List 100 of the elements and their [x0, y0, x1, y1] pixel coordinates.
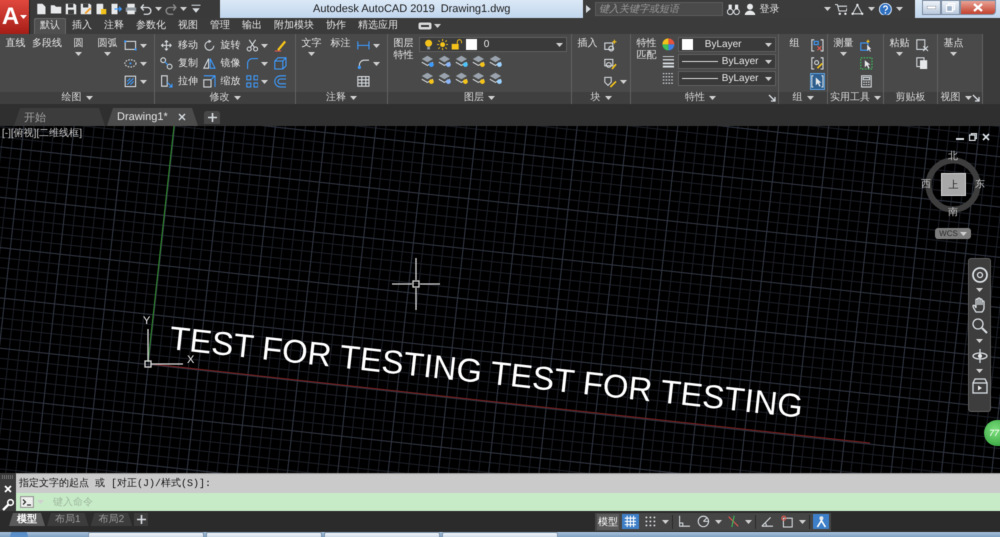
caret-icon[interactable]	[372, 44, 380, 48]
caret-icon[interactable]	[662, 520, 669, 524]
grid-icon[interactable]	[622, 514, 639, 529]
steering-wheel-icon[interactable]	[972, 267, 988, 283]
caret-icon[interactable]	[350, 96, 357, 100]
ribbon-toggle-icon[interactable]	[418, 22, 432, 30]
restore-icon[interactable]	[969, 133, 977, 141]
taskbar-button[interactable]	[88, 532, 204, 537]
mirror-icon[interactable]	[202, 57, 216, 70]
compass-label[interactable]: 南	[948, 207, 958, 219]
ribbon-tab[interactable]: 注释	[98, 18, 130, 34]
caret-icon[interactable]	[261, 44, 268, 48]
scale-icon[interactable]	[202, 75, 216, 88]
redo-icon[interactable]	[165, 3, 177, 15]
taskbar-button[interactable]	[442, 532, 558, 537]
showmotion-icon[interactable]	[972, 378, 988, 394]
ribbon-tab[interactable]: 视图	[172, 18, 204, 34]
ribbon-button[interactable]: 粘贴	[886, 37, 913, 56]
pan-hand-icon[interactable]	[972, 297, 988, 313]
search-field[interactable]: 键入关键字或短语	[594, 2, 723, 16]
caret-icon[interactable]	[20, 15, 28, 19]
tool-button[interactable]	[915, 55, 930, 72]
ribbon-button[interactable]: 插入	[574, 37, 601, 50]
caret-icon[interactable]	[140, 62, 147, 66]
caret-icon[interactable]	[556, 42, 563, 46]
caret-icon[interactable]	[372, 62, 380, 66]
close-icon[interactable]	[178, 113, 186, 121]
tool-button[interactable]: 旋转	[220, 38, 241, 52]
panel-title[interactable]: 块	[572, 92, 630, 104]
customize-icon[interactable]	[190, 3, 202, 15]
start-orb-icon[interactable]	[10, 532, 28, 537]
ribbon-button[interactable]: 圆	[65, 37, 92, 56]
caret-icon[interactable]	[234, 96, 240, 100]
layer-stack-icon[interactable]	[421, 55, 434, 68]
caret-icon[interactable]	[840, 52, 847, 56]
new-layout-button[interactable]	[134, 513, 148, 526]
layer-stack-icon[interactable]	[472, 72, 485, 85]
triangle-icon[interactable]	[851, 2, 864, 16]
orbit-icon[interactable]	[972, 348, 988, 364]
drawing-canvas[interactable]: [-][俯视][二维线框] 北 西 上 东 南 WCS Y X TEST FOR TESTING TEST FOR TESTING 77	[0, 126, 1000, 473]
layout-tab[interactable]: 模型	[9, 513, 45, 526]
tool-button[interactable]	[859, 55, 874, 72]
layer-dropdown[interactable]: 0	[419, 37, 567, 52]
panel-title[interactable]: 视图	[938, 92, 982, 104]
caret-icon[interactable]	[180, 7, 187, 11]
caret-icon[interactable]	[488, 96, 495, 100]
annotation-icon[interactable]	[812, 514, 830, 529]
viewport-controls[interactable]: [-][俯视][二维线框]	[2, 128, 82, 140]
ribbon-button[interactable]: 基点	[940, 37, 967, 56]
caret-icon[interactable]	[764, 60, 772, 64]
caret-icon[interactable]	[976, 339, 983, 343]
caret-icon[interactable]	[874, 96, 881, 100]
angle-icon[interactable]	[758, 514, 776, 529]
tool-button[interactable]	[810, 73, 825, 90]
property-dropdown[interactable]: ByLayer	[678, 71, 776, 86]
model-space-button[interactable]: 模型	[597, 514, 619, 530]
close-icon[interactable]	[982, 133, 990, 141]
ribbon-tab[interactable]: 精选应用	[352, 18, 404, 34]
caret-icon[interactable]	[806, 96, 814, 100]
ribbon-tab[interactable]: 附加模块	[268, 18, 320, 34]
layer-stack-icon[interactable]	[489, 72, 502, 85]
grip-icon[interactable]	[2, 475, 14, 479]
tool-button[interactable]: 拉伸	[178, 74, 198, 88]
tool-button[interactable]: 移动	[178, 38, 198, 52]
taskbar-button[interactable]	[206, 532, 322, 537]
taskbar-button[interactable]	[324, 532, 440, 537]
user-icon[interactable]	[744, 3, 756, 15]
ribbon-button[interactable]: 文字	[298, 37, 325, 56]
new-file-icon[interactable]	[35, 3, 47, 15]
save-icon[interactable]	[65, 3, 77, 15]
caret-icon[interactable]	[896, 7, 903, 11]
caret-icon[interactable]	[709, 96, 716, 100]
caret-icon[interactable]	[308, 52, 315, 56]
panel-title[interactable]: 注释	[296, 92, 387, 104]
wrench-icon[interactable]	[2, 499, 14, 511]
zoom-icon[interactable]	[972, 318, 988, 334]
caret-icon[interactable]	[798, 520, 806, 524]
caret-icon[interactable]	[140, 44, 147, 48]
ribbon-button[interactable]: 特性匹配	[633, 37, 660, 62]
command-prompt-icon[interactable]	[20, 496, 34, 508]
layer-stack-icon[interactable]	[489, 55, 502, 68]
help-icon[interactable]	[879, 2, 892, 16]
ribbon-button[interactable]: 测量	[830, 37, 857, 56]
caret-icon[interactable]	[261, 62, 268, 66]
caret-icon[interactable]	[715, 520, 722, 524]
file-tab[interactable]: Drawing1*	[107, 108, 198, 126]
ribbon-tab[interactable]: 管理	[204, 18, 236, 34]
tool-button[interactable]	[273, 73, 288, 90]
ribbon-button[interactable]: 圆弧	[94, 37, 121, 56]
compass-label[interactable]: 西	[921, 179, 931, 191]
property-dropdown[interactable]: ByLayer	[678, 54, 776, 69]
caret-icon[interactable]	[950, 52, 957, 56]
tool-button[interactable]: 复制	[178, 56, 198, 70]
undo-icon[interactable]	[140, 3, 152, 15]
tool-button[interactable]	[859, 73, 874, 90]
tool-button[interactable]	[810, 37, 825, 54]
move-icon[interactable]	[160, 39, 173, 52]
compass-label[interactable]: 北	[948, 151, 958, 163]
caret-icon[interactable]	[824, 7, 831, 11]
compass-label[interactable]: 东	[975, 179, 985, 191]
